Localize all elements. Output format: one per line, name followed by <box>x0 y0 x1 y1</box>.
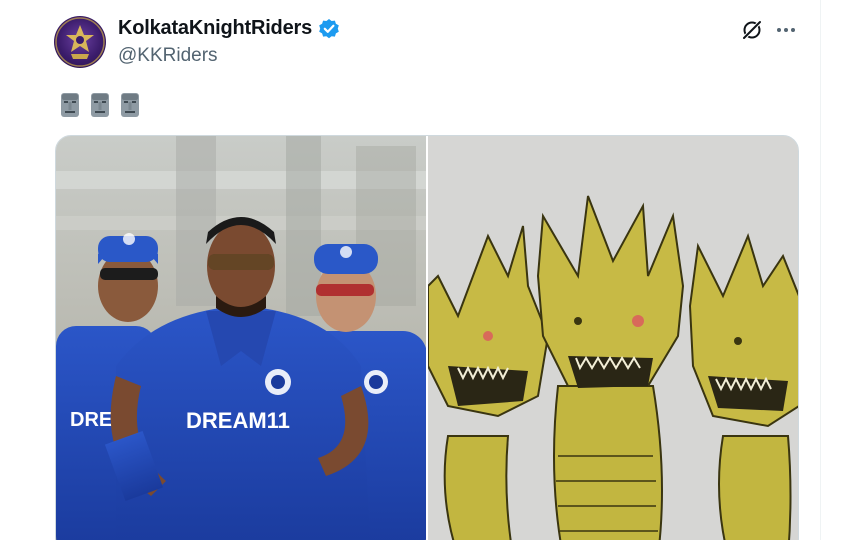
dragon-illustration <box>428 136 798 540</box>
tweet-text <box>58 92 142 120</box>
three-headed-dragon-meme[interactable] <box>428 136 798 540</box>
jersey-sponsor-text: DREAM11 <box>186 408 290 433</box>
kkr-logo-icon <box>55 17 105 67</box>
players-photo-illustration: DRE DREAM11 <box>56 136 426 540</box>
more-options-icon[interactable] <box>774 18 798 42</box>
author-handle[interactable]: @KKRiders <box>118 45 218 67</box>
moai-emoji-icon <box>121 93 139 117</box>
players-jogging-photo[interactable]: DRE DREAM11 <box>56 136 426 540</box>
moai-emoji-icon <box>61 93 79 117</box>
svg-text:DRE: DRE <box>70 409 112 431</box>
x-post-page: KolkataKnightRiders @KKRiders DRE DREAM1… <box>0 0 864 540</box>
grok-icon[interactable] <box>740 18 764 42</box>
media-grid: DRE DREAM11 <box>55 135 799 540</box>
moai-emoji-icon <box>91 93 109 117</box>
avatar[interactable] <box>54 16 106 68</box>
timeline-divider <box>820 0 821 540</box>
verified-badge-icon <box>319 19 339 39</box>
author-name[interactable]: KolkataKnightRiders <box>118 17 312 40</box>
tweet[interactable]: KolkataKnightRiders @KKRiders DRE DREAM1… <box>0 0 820 540</box>
